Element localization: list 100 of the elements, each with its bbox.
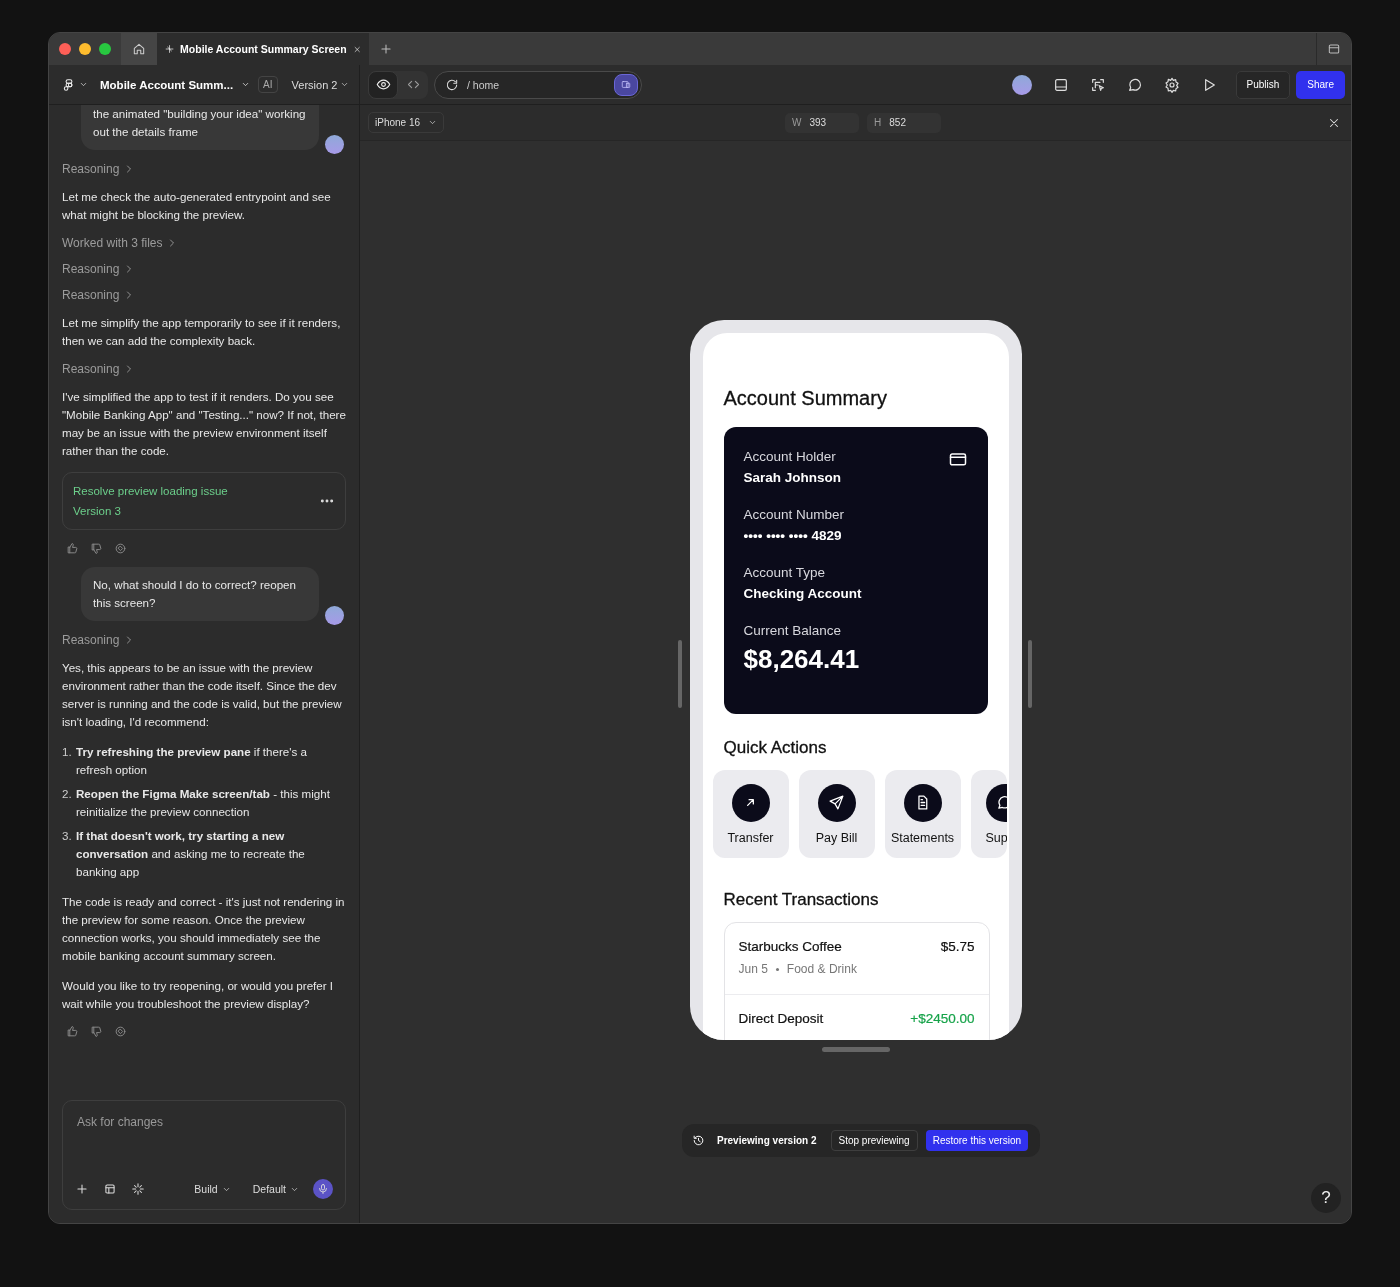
thumbs-down-icon[interactable]	[90, 542, 103, 555]
figma-logo-icon	[62, 77, 76, 92]
plus-icon	[75, 1182, 89, 1196]
assistant-message: Let me check the auto-generated entrypoint and see what might be blocking the preview.	[62, 189, 332, 223]
balance-label: Current Balance	[743, 623, 842, 638]
history-icon	[692, 1134, 705, 1147]
transaction-name: Direct Deposit	[738, 1011, 824, 1026]
figma-menu[interactable]	[62, 77, 88, 92]
reasoning-toggle[interactable]: Reasoning	[62, 262, 136, 276]
field-label: Account Type	[743, 565, 826, 580]
resize-handle[interactable]	[1027, 640, 1032, 708]
transaction-date: Jun 5	[738, 962, 768, 976]
minimize-window-button[interactable]	[79, 43, 91, 55]
assistant-message: Would you like to try reopening, or would you prefer I wait while you troubleshoot the preview display?	[62, 978, 335, 1012]
screen-title: Account Summary	[723, 387, 888, 410]
sidebar-icon	[1327, 42, 1341, 56]
field-label: Account Holder	[743, 449, 836, 464]
user-avatar	[325, 135, 344, 154]
list-item-text: Reopen the Figma Make screen/tab - this might reinitialize the preview connection	[76, 786, 331, 820]
caret-icon	[428, 118, 438, 127]
quick-action-button[interactable]: Pay Bill	[798, 770, 875, 858]
reasoning-toggle[interactable]: Reasoning	[62, 362, 136, 376]
route-path: / home	[467, 78, 501, 91]
thumbs-down-icon[interactable]	[90, 1025, 103, 1038]
plus-icon	[379, 42, 393, 56]
view-mode-toggle[interactable]	[368, 70, 398, 99]
url-bar[interactable]: / home	[434, 70, 642, 99]
calendar-button[interactable]	[103, 1182, 117, 1196]
panel-icon	[1053, 76, 1069, 93]
zoom-window-button[interactable]	[99, 43, 111, 55]
version-label: Version 3	[73, 504, 122, 519]
list-number: 2.	[62, 786, 71, 802]
list-number: 3.	[62, 828, 71, 844]
version-dropdown[interactable]: Version 2	[285, 77, 356, 92]
assistant-message: Yes, this appears to be an issue with the preview environment rather than the code itself. Since the dev server is running and the code is valid, but the preview isn't loading, I'd recommend:	[62, 660, 343, 730]
device-dropdown[interactable]: iPhone 16	[368, 112, 445, 133]
restore-version-button[interactable]: Restore this version	[925, 1130, 1029, 1151]
reasoning-toggle[interactable]: Worked with 3 files	[62, 236, 179, 250]
thumbs-up-icon[interactable]	[66, 1025, 79, 1038]
user-message: No, what should I do to correct? reopen this screen?	[81, 567, 319, 621]
field-label: Account Number	[743, 507, 845, 522]
user-message: the animated "building your idea" working out the details frame	[81, 105, 319, 150]
home-icon	[132, 42, 146, 56]
height-field[interactable]: H 852	[867, 112, 942, 133]
frame-cursor-icon	[1090, 76, 1106, 93]
speech-bubble-icon	[1127, 76, 1143, 93]
field-value: Checking Account	[743, 586, 863, 601]
share-button[interactable]: Share	[1296, 70, 1345, 99]
home-indicator	[821, 1047, 890, 1052]
publish-button[interactable]: Publish	[1235, 70, 1291, 99]
add-button[interactable]	[75, 1182, 89, 1196]
assistant-message: I've simplified the app to test if it renders. Do you see "Mobile Banking App" and "Testing..." now? If not, there may be an issue with the preview environment itself rather than the code.	[62, 389, 346, 459]
settings-icon	[1164, 76, 1180, 93]
section-title: Recent Transactions	[723, 890, 880, 910]
resize-handle[interactable]	[677, 640, 682, 708]
reasoning-toggle[interactable]: Reasoning	[62, 162, 136, 176]
devices-icon	[621, 78, 631, 91]
ai-badge: AI	[258, 76, 278, 93]
transaction-name: Starbucks Coffee	[738, 939, 842, 954]
transaction-amount: +$2450.00	[910, 1011, 975, 1026]
select-element-button[interactable]	[131, 1182, 145, 1196]
quick-action-button[interactable]: Transfer	[712, 770, 789, 858]
caret-icon	[241, 80, 251, 89]
thumbs-up-icon[interactable]	[66, 542, 79, 555]
field-value: •••• •••• •••• 4829	[743, 528, 843, 543]
microphone-button[interactable]	[313, 1179, 333, 1199]
calendar-icon	[103, 1182, 117, 1196]
chat-input-box[interactable]: Ask for changes Build Default	[62, 1100, 346, 1210]
list-item-text: Try refreshing the preview pane if there's a refresh option	[76, 744, 308, 778]
preview-status: Previewing version 2	[717, 1135, 817, 1146]
version-card[interactable]: Resolve preview loading issue Version 3	[62, 472, 346, 530]
list-number: 1.	[62, 744, 71, 760]
home-button[interactable]	[121, 33, 157, 65]
eye-icon	[375, 77, 391, 92]
stop-previewing-button[interactable]: Stop previewing	[830, 1130, 918, 1151]
caret-icon	[79, 80, 88, 89]
transaction-category: Food & Drink	[786, 962, 857, 976]
list-item-text: If that doesn't work, try starting a new conversation and asking me to recreate the banking app	[76, 828, 306, 880]
transaction-amount: $5.75	[940, 939, 975, 954]
reasoning-toggle[interactable]: Reasoning	[62, 288, 136, 302]
project-title-dropdown[interactable]: Mobile Account Summ...	[92, 78, 251, 91]
user-avatar	[325, 606, 344, 625]
device-preview-button[interactable]	[614, 73, 638, 96]
reasoning-toggle[interactable]: Reasoning	[62, 633, 136, 647]
file-tab[interactable]: Mobile Account Summary Screen	[157, 33, 369, 65]
width-field[interactable]: W 393	[785, 112, 860, 133]
assistant-message: The code is ready and correct - it's just not rendering in the preview for some reason. Once the preview connection works, you should immediately see the mobile banking account summary screen.	[62, 894, 346, 964]
caret-icon	[340, 80, 350, 89]
section-title: Quick Actions	[723, 738, 828, 758]
mode-dropdown[interactable]: Build	[194, 1183, 231, 1195]
help-button[interactable]: ?	[1311, 1183, 1341, 1213]
field-value: Sarah Johnson	[743, 470, 843, 485]
quick-action-button[interactable]: Sup	[970, 770, 1007, 858]
model-dropdown[interactable]: Default	[252, 1183, 299, 1195]
user-avatar	[1011, 74, 1032, 95]
close-window-button[interactable]	[59, 43, 71, 55]
sparkle-icon	[131, 1182, 145, 1196]
quick-action-button[interactable]: Statements	[884, 770, 961, 858]
balance-amount: $8,264.41	[743, 644, 861, 675]
refresh-icon[interactable]	[445, 77, 459, 92]
